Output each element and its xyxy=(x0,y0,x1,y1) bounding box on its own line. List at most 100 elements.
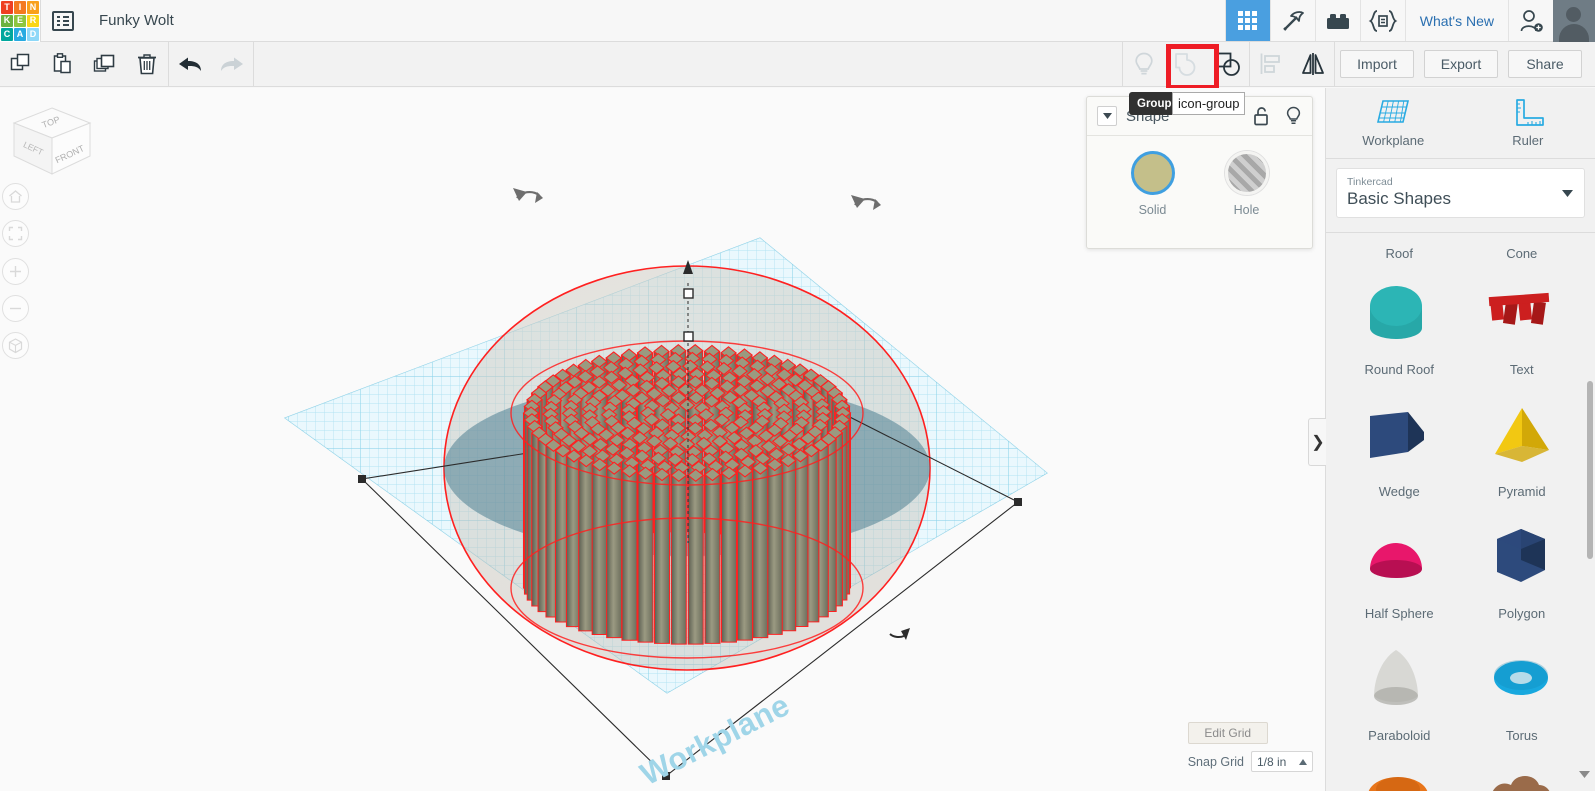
nav-minecraft-button[interactable] xyxy=(1269,0,1315,41)
shape-cell-torus[interactable]: Torus xyxy=(1461,631,1584,753)
shape-cell-partial-0[interactable] xyxy=(1338,753,1461,791)
perspective-toggle-button[interactable] xyxy=(2,332,29,359)
round-roof-thumbnail xyxy=(1370,285,1423,339)
sidebar-collapse-button[interactable]: ❯ xyxy=(1308,418,1327,466)
import-button[interactable]: Import xyxy=(1340,50,1414,78)
user-avatar[interactable] xyxy=(1553,0,1595,42)
shape-cell-polygon[interactable]: Polygon xyxy=(1461,509,1584,631)
shape-grid[interactable]: Roof Cone Round Roof Text Wedge Pyramid Half… xyxy=(1326,232,1595,791)
rotate-handle-plane[interactable] xyxy=(889,628,910,640)
toolbar-divider-2 xyxy=(253,41,254,87)
mirror-button[interactable] xyxy=(1292,42,1334,87)
logo-tile-k: K xyxy=(1,14,13,28)
zoom-out-button[interactable] xyxy=(2,295,29,322)
edit-grid-button[interactable]: Edit Grid xyxy=(1187,722,1268,744)
hole-label: Hole xyxy=(1233,203,1260,217)
shape-thumbnail-wrap xyxy=(1461,631,1584,726)
group-button[interactable] xyxy=(1165,42,1219,90)
shape-library-select[interactable]: Tinkercad Basic Shapes xyxy=(1336,168,1585,218)
lego-brick-icon xyxy=(1326,13,1349,29)
project-title[interactable]: Funky Wolt xyxy=(85,0,188,41)
fit-to-view-button[interactable] xyxy=(2,220,29,247)
model-column xyxy=(704,467,721,644)
codeblocks-icon xyxy=(1368,9,1398,32)
shape-label: Text xyxy=(1509,362,1534,377)
sidebar-tools: Workplane Ruler xyxy=(1326,88,1595,159)
shape-label: Round Roof xyxy=(1364,362,1434,377)
shape-grid-scroll-up[interactable] xyxy=(1579,232,1590,233)
shape-panel-collapse-button[interactable] xyxy=(1097,106,1117,126)
invite-people-button[interactable] xyxy=(1508,0,1553,41)
shape-cell-roof-partial[interactable]: Roof xyxy=(1338,233,1461,265)
pyramid-thumbnail xyxy=(1494,407,1549,462)
shape-cell-cone-partial[interactable]: Cone xyxy=(1461,233,1584,265)
shape-cell-pyramid[interactable]: Pyramid xyxy=(1461,387,1584,509)
shape-option-solid[interactable]: Solid xyxy=(1120,151,1186,219)
rotate-handle-left[interactable] xyxy=(513,188,543,203)
text-thumbnail xyxy=(1488,292,1549,325)
duplicate-button[interactable] xyxy=(84,42,126,87)
redo-button[interactable] xyxy=(211,42,253,87)
tinkercad-logo[interactable]: TIN KER CAD xyxy=(0,0,40,42)
partial-b-thumbnail xyxy=(1492,776,1549,791)
model-column xyxy=(653,467,671,644)
shape-label: Pyramid xyxy=(1497,484,1546,499)
documents-button[interactable] xyxy=(41,0,85,41)
home-view-button[interactable] xyxy=(2,183,29,210)
align-button[interactable] xyxy=(1250,42,1292,87)
shape-grid-items: Round Roof Text Wedge Pyramid Half Sphere Pol… xyxy=(1326,265,1595,791)
workplane-tool-button[interactable]: Workplane xyxy=(1326,88,1461,158)
model-column xyxy=(736,464,754,641)
undo-button[interactable] xyxy=(169,42,211,87)
shape-thumbnail-wrap xyxy=(1461,387,1584,482)
copy-button[interactable] xyxy=(0,42,42,87)
caret-up-icon xyxy=(1299,758,1307,765)
zoom-in-button[interactable] xyxy=(2,258,29,285)
partial-a-thumbnail xyxy=(1369,777,1428,791)
nav-codeblocks-button[interactable] xyxy=(1359,0,1405,41)
shape-cell-paraboloid[interactable]: Paraboloid xyxy=(1338,631,1461,753)
ruler-tool-label: Ruler xyxy=(1512,133,1544,148)
shape-cell-partial-1[interactable] xyxy=(1461,753,1584,791)
model-column xyxy=(670,468,688,645)
snap-grid-select[interactable]: 1/8 in xyxy=(1251,751,1313,772)
lightbulb-icon[interactable] xyxy=(1285,106,1302,127)
show-hide-button[interactable] xyxy=(1123,42,1165,87)
share-button[interactable]: Share xyxy=(1508,50,1582,78)
shape-label: Cone xyxy=(1506,246,1538,261)
export-button[interactable]: Export xyxy=(1424,50,1498,78)
ungroup-button[interactable] xyxy=(1207,42,1249,87)
plus-icon xyxy=(10,266,21,277)
shape-label: Roof xyxy=(1385,246,1413,261)
shape-thumbnail-wrap xyxy=(1338,753,1461,791)
icon-group-label-overlay: icon-group xyxy=(1172,92,1246,115)
shape-grid-scroll-down[interactable] xyxy=(1579,765,1590,783)
logo-tile-a: A xyxy=(14,28,26,41)
shapes-sidebar: ❯ Workplane Ruler Tinkercad Basic Shapes… xyxy=(1308,88,1595,791)
nav-lego-button[interactable] xyxy=(1314,0,1360,41)
model-column xyxy=(621,464,638,641)
rotate-handle-right[interactable] xyxy=(851,195,881,210)
whats-new-link[interactable]: What's New xyxy=(1404,0,1508,41)
ruler-icon xyxy=(1515,99,1544,126)
shape-thumbnail-wrap xyxy=(1338,265,1461,360)
shape-cell-text[interactable]: Text xyxy=(1461,265,1584,387)
paste-icon xyxy=(53,53,71,74)
unlock-icon[interactable] xyxy=(1253,106,1270,126)
shape-option-hole[interactable]: Hole xyxy=(1214,151,1280,219)
view-cube[interactable]: TOP LEFT FRONT xyxy=(8,102,96,184)
workplane-icon xyxy=(1377,100,1410,123)
paste-button[interactable] xyxy=(42,42,84,87)
solid-label: Solid xyxy=(1138,203,1167,217)
solid-swatch xyxy=(1130,151,1175,195)
trash-icon xyxy=(138,54,156,75)
sidebar-scrollbar[interactable] xyxy=(1587,381,1593,559)
polygon-thumbnail xyxy=(1496,528,1545,582)
shape-cell-wedge[interactable]: Wedge xyxy=(1338,387,1461,509)
shape-cell-half-sphere[interactable]: Half Sphere xyxy=(1338,509,1461,631)
shape-thumbnail-wrap xyxy=(1461,265,1584,360)
shape-cell-round-roof[interactable]: Round Roof xyxy=(1338,265,1461,387)
ruler-tool-button[interactable]: Ruler xyxy=(1461,88,1595,158)
nav-3d-design-button[interactable] xyxy=(1224,0,1270,41)
delete-button[interactable] xyxy=(126,42,168,87)
